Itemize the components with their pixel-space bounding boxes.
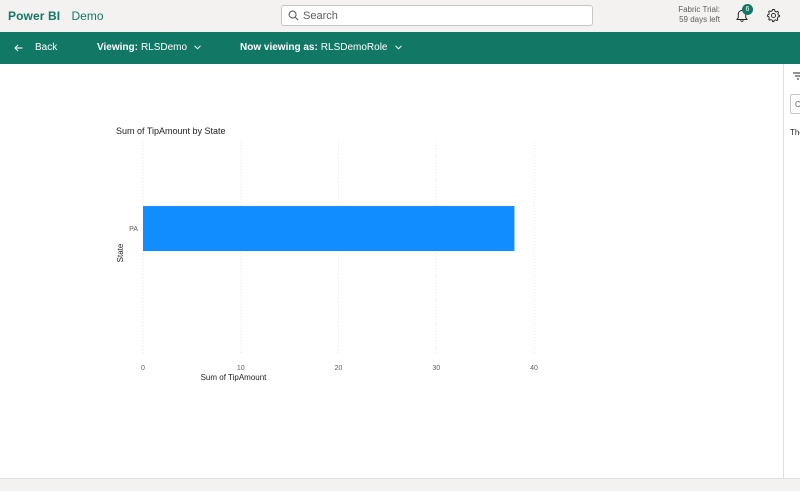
chevron-down-icon: [394, 45, 402, 50]
trial-line-2: 59 days left: [679, 15, 720, 24]
trial-status[interactable]: Fabric Trial: 59 days left: [670, 5, 720, 25]
back-button[interactable]: Back: [14, 42, 57, 53]
viewing-value: RLSDemo: [140, 42, 188, 53]
x-tick-label: 40: [530, 365, 538, 372]
y-tick-label: PA: [129, 226, 138, 233]
notification-count-badge: 6: [742, 4, 753, 15]
settings-gear-icon[interactable]: [766, 8, 781, 23]
x-axis-title: Sum of TipAmount: [201, 373, 268, 382]
chart-title: Sum of TipAmount by State: [116, 126, 226, 136]
search-icon: [288, 10, 299, 21]
page-tabs-bar: [0, 478, 800, 491]
back-label: Back: [35, 42, 58, 53]
brand: Power BI Demo: [8, 9, 104, 23]
x-tick-label: 10: [237, 365, 245, 372]
viewing-as-dropdown[interactable]: Now viewing as: RLSDemoRole: [240, 42, 402, 53]
top-header: Power BI Demo Fabric Trial: 59 days left…: [0, 0, 800, 32]
workspace-name[interactable]: Demo: [72, 9, 104, 23]
bar-pa[interactable]: [143, 206, 515, 252]
x-tick-label: 30: [432, 365, 440, 372]
chevron-down-icon: [194, 45, 201, 50]
y-axis-title: State: [116, 243, 125, 262]
viewing-as-value: RLSDemoRole: [320, 42, 388, 53]
bar-chart-visual[interactable]: Sum of TipAmount by State 0 10 20 30 40 PA Sum…: [110, 122, 550, 387]
view-as-bar: Back Viewing: RLSDemo Now viewing as: RL…: [0, 32, 800, 64]
viewing-label: Viewing:: [97, 42, 138, 53]
search-input[interactable]: [303, 8, 583, 23]
chart-svg: 0 10 20 30 40 PA Sum of TipAmount State: [116, 142, 538, 382]
filters-pane[interactable]: C The: [783, 64, 800, 478]
search-box[interactable]: [281, 5, 593, 26]
filter-icon[interactable]: [793, 72, 800, 80]
trial-line-1: Fabric Trial:: [678, 5, 720, 14]
arrow-left-icon: [14, 44, 23, 51]
viewing-as-label: Now viewing as:: [240, 42, 318, 53]
x-tick-label: 20: [335, 365, 343, 372]
filter-search-box[interactable]: C: [790, 94, 800, 114]
viewing-dropdown[interactable]: Viewing: RLSDemo: [97, 42, 201, 53]
x-tick-label: 0: [141, 365, 145, 372]
app-name[interactable]: Power BI: [8, 9, 60, 23]
filter-pane-text: The: [790, 128, 800, 137]
